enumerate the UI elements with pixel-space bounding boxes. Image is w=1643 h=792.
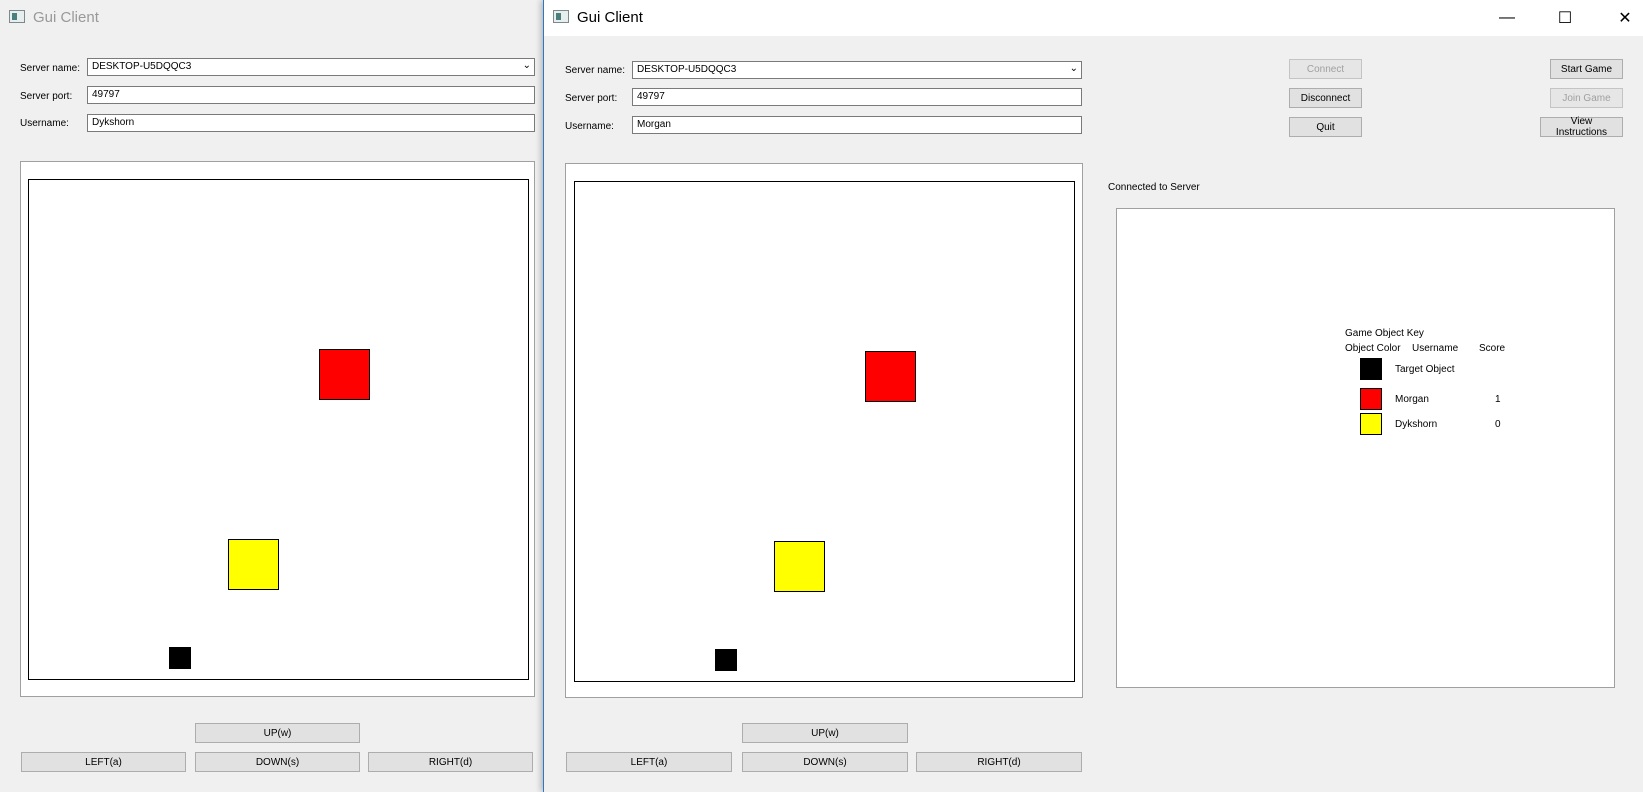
server-name-label: Server name: [20, 63, 81, 74]
key-score-morgan: 1 [1495, 394, 1501, 405]
join-game-button[interactable]: Join Game [1550, 88, 1623, 108]
key-swatch-dykshorn [1360, 413, 1382, 435]
server-name-combobox[interactable]: DESKTOP-U5DQQC3 ⌄ [87, 58, 535, 76]
gui-client-window-dykshorn[interactable]: Gui Client Server name: DESKTOP-U5DQQC3 … [0, 0, 560, 792]
username-input[interactable]: Dykshorn [87, 114, 535, 132]
right-button[interactable]: RIGHT(d) [368, 752, 533, 772]
key-header-color: Object Color [1345, 343, 1401, 354]
up-button[interactable]: UP(w) [195, 723, 360, 743]
title-bar[interactable]: Gui Client — ☐ ✕ [544, 0, 1643, 36]
left-button[interactable]: LEFT(a) [21, 752, 186, 772]
title-bar[interactable]: Gui Client [0, 0, 560, 36]
connection-status: Connected to Server [1108, 182, 1200, 193]
start-game-button[interactable]: Start Game [1550, 59, 1623, 79]
window-title: Gui Client [577, 9, 643, 26]
key-name-target: Target Object [1395, 364, 1455, 375]
game-board-frame [565, 163, 1083, 698]
key-name-morgan: Morgan [1395, 394, 1429, 405]
server-name-combobox[interactable]: DESKTOP-U5DQQC3 ⌄ [632, 61, 1082, 79]
username-label: Username: [20, 118, 69, 129]
game-canvas [574, 181, 1075, 682]
window-title: Gui Client [33, 9, 99, 26]
server-port-input[interactable]: 49797 [632, 88, 1082, 106]
close-icon[interactable]: ✕ [1610, 6, 1640, 30]
game-canvas [28, 179, 529, 680]
minimize-icon[interactable]: — [1492, 6, 1522, 30]
chevron-down-icon[interactable]: ⌄ [1070, 63, 1078, 74]
username-label: Username: [565, 121, 614, 132]
disconnect-button[interactable]: Disconnect [1289, 88, 1362, 108]
server-port-label: Server port: [20, 91, 73, 102]
connect-button[interactable]: Connect [1289, 59, 1362, 79]
app-icon [553, 10, 569, 23]
yellow-player-square [228, 539, 279, 590]
quit-button[interactable]: Quit [1289, 117, 1362, 137]
username-input[interactable]: Morgan [632, 116, 1082, 134]
game-board-frame [20, 161, 535, 697]
server-port-label: Server port: [565, 93, 618, 104]
key-swatch-morgan [1360, 388, 1382, 410]
maximize-icon[interactable]: ☐ [1550, 6, 1580, 30]
chevron-down-icon[interactable]: ⌄ [523, 60, 531, 71]
game-object-key-panel: Game Object Key Object Color Username Sc… [1116, 208, 1615, 688]
yellow-player-square [774, 541, 825, 592]
up-button[interactable]: UP(w) [742, 723, 908, 743]
red-player-square [319, 349, 370, 400]
key-score-dykshorn: 0 [1495, 419, 1501, 430]
down-button[interactable]: DOWN(s) [195, 752, 360, 772]
server-port-input[interactable]: 49797 [87, 86, 535, 104]
key-header-score: Score [1479, 343, 1506, 354]
key-swatch-target [1360, 358, 1382, 380]
target-object-square [169, 647, 191, 669]
down-button[interactable]: DOWN(s) [742, 752, 908, 772]
app-icon [9, 10, 25, 23]
key-title: Game Object Key [1345, 328, 1424, 339]
target-object-square [715, 649, 737, 671]
left-button[interactable]: LEFT(a) [566, 752, 732, 772]
view-instructions-button[interactable]: View Instructions [1540, 116, 1623, 138]
right-button[interactable]: RIGHT(d) [916, 752, 1082, 772]
gui-client-window-morgan[interactable]: Gui Client — ☐ ✕ Server name: DESKTOP-U5… [543, 0, 1643, 792]
server-name-value: DESKTOP-U5DQQC3 [637, 64, 737, 75]
key-name-dykshorn: Dykshorn [1395, 419, 1438, 430]
server-name-label: Server name: [565, 65, 626, 76]
key-header-username: Username [1412, 343, 1459, 354]
red-player-square [865, 351, 916, 402]
server-name-value: DESKTOP-U5DQQC3 [92, 61, 192, 72]
